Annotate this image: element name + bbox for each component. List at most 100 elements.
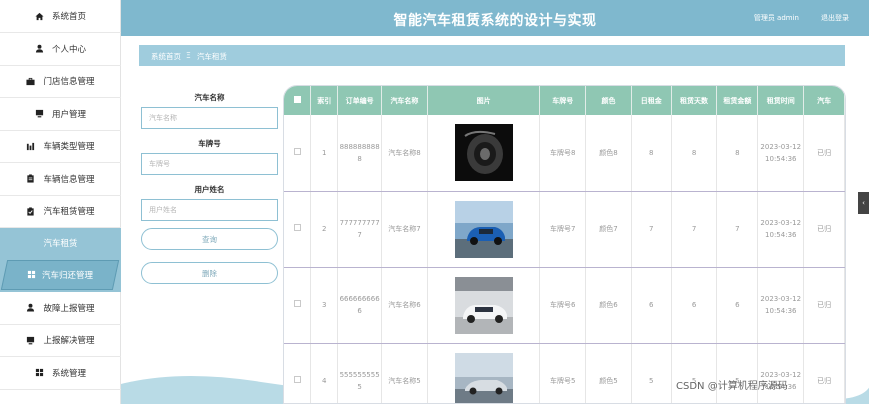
- monitor-icon: [35, 109, 44, 118]
- column-header[interactable]: 汽车: [803, 86, 845, 115]
- sidebar-item-label: 上报解决管理: [43, 336, 95, 346]
- sidebar-item-4[interactable]: 车辆类型管理: [0, 130, 121, 163]
- cell-image: [427, 343, 541, 403]
- user-name-input[interactable]: [141, 199, 278, 221]
- column-header[interactable]: 图片: [427, 86, 541, 115]
- select-all-header[interactable]: [284, 86, 312, 115]
- column-header[interactable]: 订单编号: [337, 86, 383, 115]
- cell-daily-rent: 5: [631, 343, 672, 403]
- cell-rental-time: 2023-03-12 10:54:36: [757, 343, 805, 403]
- plate-label: 车牌号: [198, 139, 221, 148]
- cell-color: 颜色8: [585, 115, 632, 192]
- cell-image: [427, 115, 541, 192]
- user-icon: [35, 44, 44, 53]
- breadcrumb-separator: Ξ: [186, 51, 191, 60]
- column-header[interactable]: 日租金: [631, 86, 672, 115]
- column-header[interactable]: 租赁时间: [757, 86, 805, 115]
- sidebar-item-after-0[interactable]: 故障上报管理: [0, 292, 121, 325]
- sidebar-item-6[interactable]: 汽车租赁管理: [0, 195, 121, 228]
- cell-rental-days: 7: [671, 191, 718, 268]
- clipboard-icon: [26, 174, 35, 183]
- cell-daily-rent: 7: [631, 191, 672, 268]
- row-checkbox[interactable]: [293, 300, 301, 307]
- cell-rental-amount: 5: [716, 343, 759, 403]
- sidebar-item-after-2[interactable]: 系统管理: [0, 357, 121, 390]
- cell-color: 颜色6: [585, 267, 632, 344]
- row-checkbox[interactable]: [293, 224, 301, 231]
- cell-color: 颜色5: [585, 343, 632, 403]
- table-row[interactable]: 2 7777777777 汽车名称7 车牌号7 颜色7 7 7 7 2023-03-12 10:…: [284, 191, 845, 268]
- cell-car-name: 汽车名称6: [381, 267, 428, 344]
- column-header[interactable]: 租赁金额: [716, 86, 759, 115]
- breadcrumb-home[interactable]: 系统首页: [151, 51, 181, 62]
- sidebar-item-2[interactable]: 门店信息管理: [0, 65, 121, 98]
- cell-index: 3: [310, 267, 339, 344]
- sidebar: 系统首页个人中心门店信息管理用户管理车辆类型管理车辆信息管理汽车租赁管理汽车租赁…: [0, 0, 121, 404]
- cell-plate: 车牌号7: [539, 191, 587, 268]
- sidebar-item-return-management[interactable]: 汽车归还管理: [8, 260, 112, 290]
- cell-car-status: 已归: [803, 343, 845, 403]
- cell-order-number: 8888888888: [337, 115, 383, 192]
- row-select-cell[interactable]: [284, 191, 312, 268]
- cell-image: [427, 191, 541, 268]
- grid-icon: [35, 368, 44, 377]
- sports-car-photo: [428, 352, 539, 403]
- sidebar-item-label: 车辆类型管理: [43, 142, 95, 152]
- delete-button[interactable]: 删除: [141, 262, 278, 284]
- sidebar-item-after-1[interactable]: 上报解决管理: [0, 324, 121, 357]
- sidebar-item-label: 汽车租赁管理: [43, 207, 95, 217]
- column-header[interactable]: 索引: [310, 86, 339, 115]
- row-checkbox[interactable]: [293, 376, 301, 383]
- cell-daily-rent: 8: [631, 115, 672, 192]
- blue-car-photo: [428, 200, 539, 258]
- sidebar-item-0[interactable]: 系统首页: [0, 0, 121, 33]
- row-checkbox[interactable]: [293, 147, 301, 155]
- breadcrumb-current: 汽车租赁: [197, 52, 227, 61]
- cell-rental-days: 6: [671, 267, 718, 344]
- sidebar-item-label: 系统首页: [51, 12, 86, 22]
- sidebar-item-3[interactable]: 用户管理: [0, 98, 121, 131]
- column-header[interactable]: 租赁天数: [671, 86, 718, 115]
- clipboard-check-icon: [26, 206, 35, 216]
- query-button[interactable]: 查询: [141, 228, 278, 250]
- table-row[interactable]: 4 5555555555 汽车名称5 车牌号5 颜色5 5 5 5 2023-03-12 10:…: [284, 343, 845, 403]
- row-select-cell[interactable]: [284, 115, 312, 192]
- side-collapse-tab[interactable]: ‹: [858, 192, 869, 214]
- logout-link[interactable]: 退出登录: [821, 13, 849, 23]
- cell-rental-amount: 7: [716, 191, 759, 268]
- cell-order-number: 5555555555: [337, 343, 383, 403]
- cell-car-status: 已归: [803, 191, 845, 268]
- cell-index: 4: [310, 343, 339, 403]
- cell-car-name: 汽车名称8: [381, 115, 428, 192]
- cell-car-status: 已归: [803, 267, 845, 344]
- cell-rental-days: 8: [671, 115, 718, 192]
- car-name-input[interactable]: [141, 107, 278, 129]
- table-row[interactable]: 3 6666666666 汽车名称6 车牌号6 颜色6 6 6 6 2023-03-12 10:…: [284, 267, 845, 344]
- sidebar-item-label: 个人中心: [51, 44, 86, 55]
- cell-car-name: 汽车名称5: [381, 343, 428, 403]
- sidebar-item-1[interactable]: 个人中心: [0, 33, 121, 66]
- sidebar-item-5[interactable]: 车辆信息管理: [0, 163, 121, 196]
- column-header[interactable]: 车牌号: [539, 86, 587, 115]
- grid-icon: [27, 270, 36, 279]
- row-select-cell[interactable]: [284, 267, 312, 344]
- admin-label: 管理员 admin: [753, 14, 799, 22]
- sidebar-item-label: 门店信息管理: [43, 77, 95, 87]
- watermark: CSDN @计算机程序源码: [676, 381, 788, 392]
- row-select-cell[interactable]: [284, 343, 312, 403]
- user-icon: [26, 303, 35, 312]
- cell-rental-time: 2023-03-12 10:54:36: [757, 191, 805, 268]
- cell-rental-time: 2023-03-12 10:54:36: [757, 267, 805, 344]
- plate-input[interactable]: [141, 153, 278, 175]
- cell-color: 颜色7: [585, 191, 632, 268]
- sidebar-submenu-title[interactable]: 汽车租赁: [0, 227, 121, 258]
- sidebar-item-label: 汽车归还管理: [41, 270, 93, 281]
- cell-plate: 车牌号6: [539, 267, 587, 344]
- column-header[interactable]: 汽车名称: [381, 86, 428, 115]
- table-row[interactable]: 1 8888888888 汽车名称8 车牌号8 颜色8 8 8 8 2023-03-12 10:…: [284, 115, 845, 192]
- cell-index: 2: [310, 191, 339, 268]
- cell-image: [427, 267, 541, 344]
- column-header[interactable]: 颜色: [585, 86, 632, 115]
- bar-chart-icon: [26, 142, 35, 151]
- select-all-checkbox[interactable]: [293, 96, 301, 103]
